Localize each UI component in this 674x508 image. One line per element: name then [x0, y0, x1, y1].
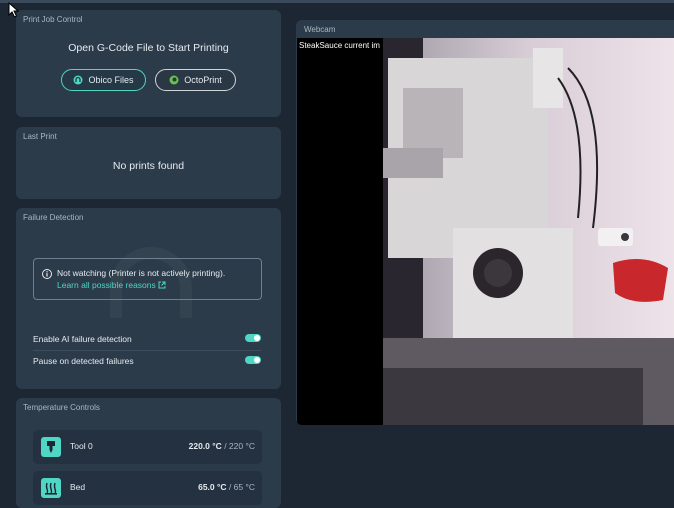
octoprint-button[interactable]: OctoPrint — [155, 69, 236, 91]
octoprint-logo-icon — [169, 75, 179, 85]
octoprint-label: OctoPrint — [184, 75, 222, 85]
open-gcode-heading: Open G-Code File to Start Printing — [68, 42, 229, 54]
tool-0-target: / 220 °C — [224, 441, 255, 451]
last-print-card: Last Print No prints found — [16, 127, 281, 199]
ai-detection-row: Enable AI failure detection — [33, 334, 261, 344]
bed-name: Bed — [70, 482, 86, 492]
info-icon — [42, 269, 52, 279]
mouse-cursor-icon — [8, 2, 20, 18]
obico-logo-icon — [73, 75, 83, 85]
bed-row[interactable]: Bed 65.0 °C / 65 °C — [33, 471, 262, 505]
learn-reasons-label: Learn all possible reasons — [57, 280, 156, 290]
external-link-icon — [158, 281, 166, 289]
temperature-controls-title: Temperature Controls — [23, 403, 100, 412]
pause-on-failure-row: Pause on detected failures — [33, 356, 261, 366]
tool-0-row[interactable]: Tool 0 220.0 °C / 220 °C — [33, 430, 262, 464]
not-watching-text: Not watching (Printer is not actively pr… — [57, 268, 226, 278]
bed-target: / 65 °C — [228, 482, 255, 492]
tool-0-temperature: 220.0 °C / 220 °C — [189, 441, 255, 451]
toggle-divider — [33, 350, 261, 351]
not-watching-notice: Not watching (Printer is not actively pr… — [33, 258, 262, 300]
webcam-caption: SteakSauce current im — [299, 41, 380, 50]
webcam-feed[interactable]: SteakSauce current im — [297, 38, 674, 425]
print-job-control-card: Print Job Control Open G-Code File to St… — [16, 10, 281, 117]
webcam-snapshot — [383, 38, 674, 425]
ai-detection-toggle[interactable] — [245, 334, 261, 342]
temperature-controls-card: Temperature Controls Tool 0 220.0 °C / 2… — [16, 398, 281, 508]
obico-files-label: Obico Files — [88, 75, 134, 85]
failure-detection-title: Failure Detection — [23, 213, 84, 222]
tool-0-name: Tool 0 — [70, 441, 93, 451]
bed-actual: 65.0 °C — [198, 482, 227, 492]
ai-detection-label: Enable AI failure detection — [33, 334, 132, 344]
webcam-card: Webcam SteakSauce current im — [296, 20, 674, 425]
heat-bed-icon — [41, 478, 61, 498]
pause-on-failure-toggle[interactable] — [245, 356, 261, 364]
pause-on-failure-label: Pause on detected failures — [33, 356, 134, 366]
failure-detection-card: Failure Detection Not watching (Printer … — [16, 208, 281, 389]
no-prints-message: No prints found — [112, 160, 185, 172]
tool-0-actual: 220.0 °C — [188, 441, 222, 451]
learn-reasons-link[interactable]: Learn all possible reasons — [57, 280, 166, 290]
top-bar — [0, 0, 674, 3]
obico-files-button[interactable]: Obico Files — [61, 69, 146, 91]
nozzle-icon — [41, 437, 61, 457]
last-print-title: Last Print — [23, 132, 57, 141]
print-job-control-title: Print Job Control — [23, 15, 83, 24]
webcam-title: Webcam — [304, 25, 336, 34]
bed-temperature: 65.0 °C / 65 °C — [198, 482, 255, 492]
